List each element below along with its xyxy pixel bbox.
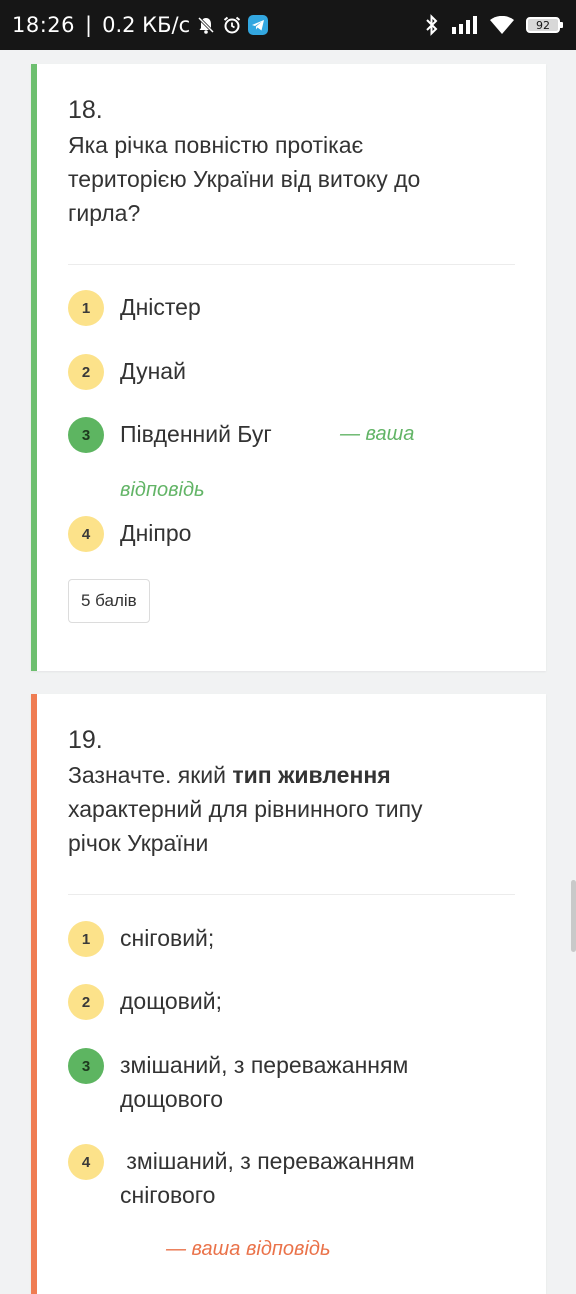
option-number-badge: 2 — [68, 984, 104, 1020]
option-number-badge: 3 — [68, 1048, 104, 1084]
answer-option-selected[interactable]: 3 Південний Буг — ваша відповідь — [68, 417, 515, 507]
question-text-part: характерний для рівнинного типу річок Ук… — [68, 796, 423, 856]
question-card-19: 19. Зазначте. який тип живлення характер… — [31, 694, 546, 1294]
question-number: 19. — [68, 726, 103, 754]
question-text-part: Зазначте. який — [68, 762, 233, 788]
option-number-badge: 4 — [68, 516, 104, 552]
option-text: змішаний, з переважанням дощового — [120, 1052, 409, 1112]
status-bar: 18:26 | 0.2 КБ/с 92 — [0, 0, 576, 50]
question-text: Зазначте. який тип живлення характерний … — [68, 758, 428, 860]
silent-bell-icon — [196, 15, 216, 35]
option-text: сніговий; — [120, 925, 215, 951]
clock: 18:26 — [12, 13, 76, 37]
option-text: змішаний, з переважанням снігового — [120, 1148, 422, 1208]
option-text: Дунай — [120, 358, 186, 384]
signal-icon — [452, 16, 478, 34]
network-speed: 0.2 КБ/с — [102, 13, 191, 37]
option-text: Дністер — [120, 294, 201, 320]
option-number-badge: 3 — [68, 417, 104, 453]
option-text: дощовий; — [120, 988, 222, 1014]
question-text-bold: тип живлення — [232, 762, 391, 788]
divider — [68, 264, 515, 265]
option-number-badge: 4 — [68, 1144, 104, 1180]
status-separator: | — [85, 13, 93, 37]
question-card-18: 18. Яка річка повністю протікає територі… — [31, 64, 546, 671]
option-number-badge: 1 — [68, 921, 104, 957]
alarm-icon — [222, 15, 242, 35]
your-answer-label: — ваша — [340, 423, 415, 445]
wifi-icon — [490, 16, 514, 34]
bluetooth-icon — [424, 14, 440, 36]
divider — [68, 894, 515, 895]
your-answer-label-cont: відповідь — [120, 479, 205, 501]
scrollbar-handle[interactable] — [571, 880, 576, 952]
question-text: Яка річка повністю протікає територією У… — [68, 132, 421, 226]
question-number: 18. — [68, 96, 103, 124]
option-text: Дніпро — [120, 520, 192, 546]
option-text: Південний Буг — [120, 421, 272, 447]
answer-option-selected[interactable]: 4 змішаний, з переважанням снігового — в… — [68, 1144, 515, 1264]
option-number-badge: 1 — [68, 290, 104, 326]
option-number-badge: 2 — [68, 354, 104, 390]
points-badge: 5 балів — [68, 579, 150, 623]
your-answer-label: — ваша відповідь — [166, 1238, 331, 1260]
telegram-icon — [248, 15, 269, 35]
battery-icon: 92 — [526, 17, 563, 33]
